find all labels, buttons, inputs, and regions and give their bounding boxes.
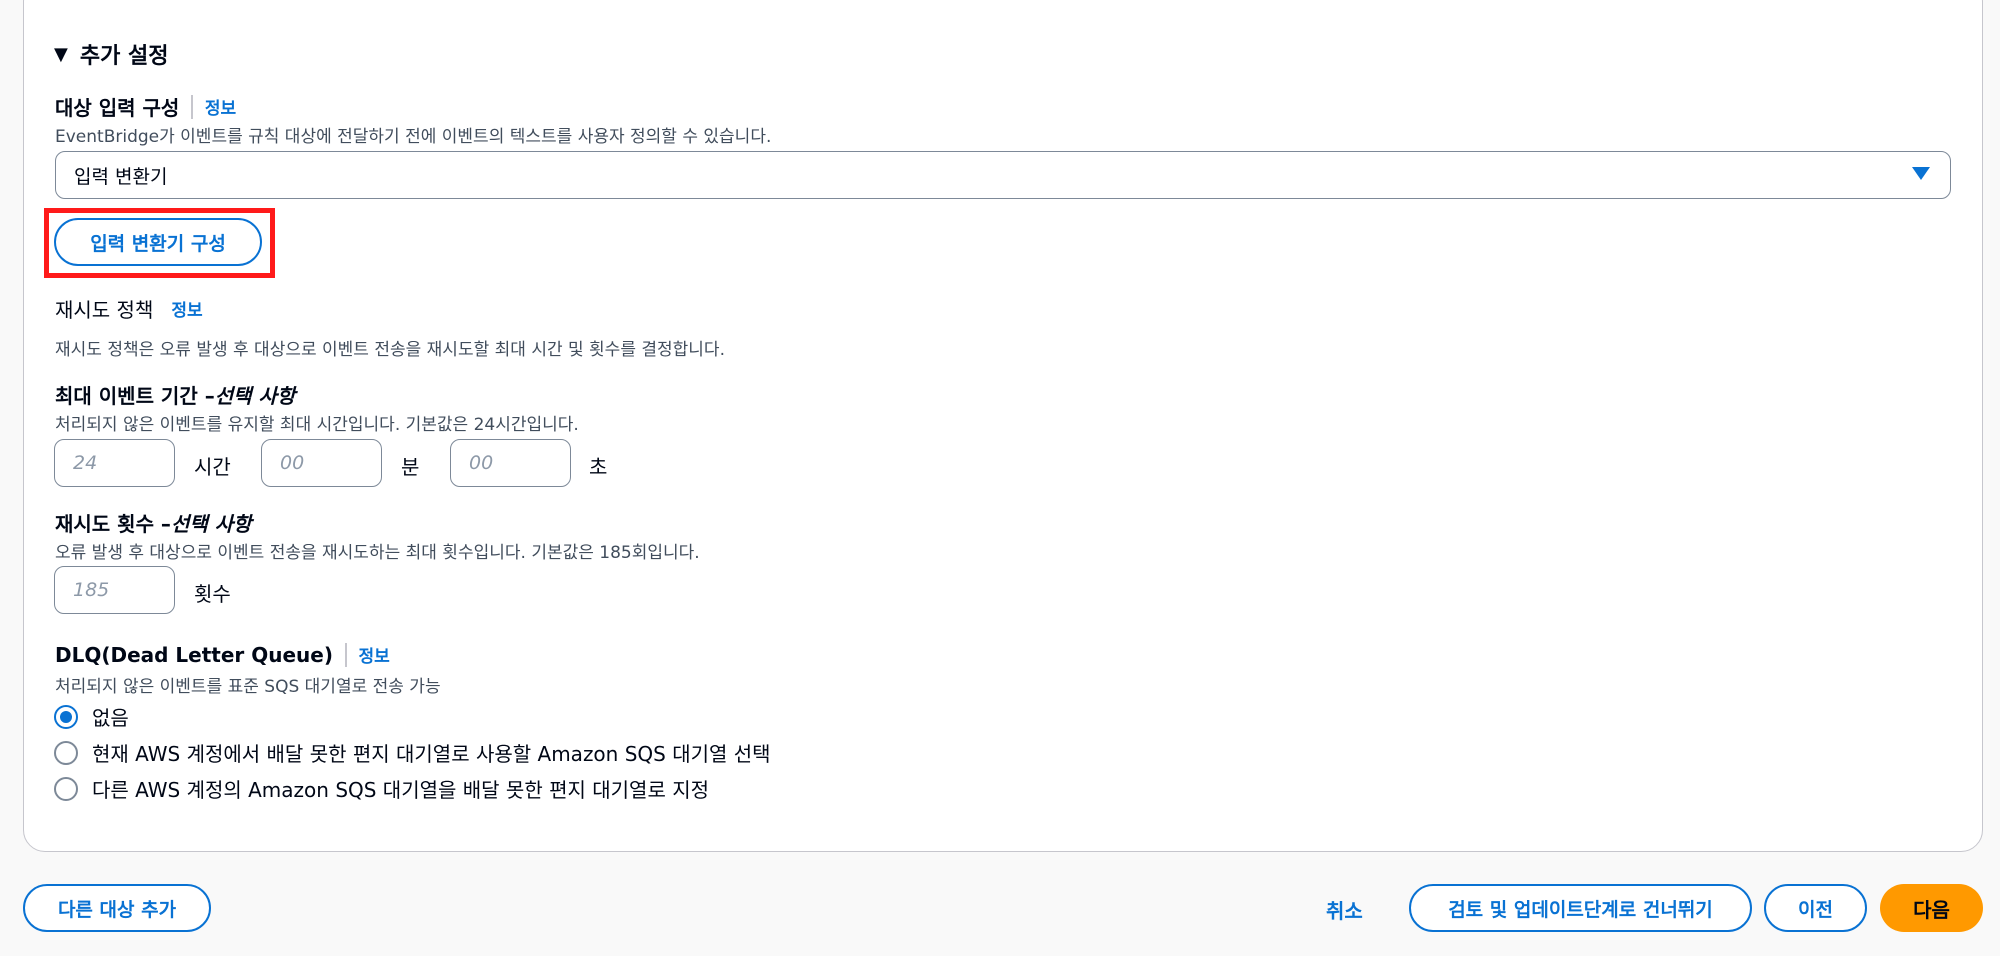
max-event-age-description: 처리되지 않은 이벤트를 유지할 최대 시간입니다. 기본값은 24시간입니다. (55, 415, 579, 435)
retry-attempts-input[interactable]: 185 (54, 566, 175, 614)
dlq-option-label: 현재 AWS 계정에서 배달 못한 편지 대기열로 사용할 Amazon SQS… (92, 742, 771, 766)
minutes-input[interactable]: 00 (261, 439, 382, 487)
optional-tag: 선택 사항 (214, 384, 296, 408)
cancel-button[interactable]: 취소 (1326, 895, 1363, 924)
max-event-age-label-text: 최대 이벤트 기간 – (55, 384, 215, 408)
dlq-option-label: 없음 (92, 706, 129, 730)
retry-policy-info-link[interactable]: 정보 (171, 296, 202, 321)
dlq-option-label: 다른 AWS 계정의 Amazon SQS 대기열을 배달 못한 편지 대기열로… (92, 778, 709, 802)
radio-unchecked-icon[interactable] (54, 776, 78, 801)
dlq-description: 처리되지 않은 이벤트를 표준 SQS 대기열로 전송 가능 (55, 677, 441, 697)
optional-tag: 선택 사항 (170, 512, 252, 536)
hours-placeholder: 24 (73, 452, 98, 474)
additional-settings-toggle[interactable]: ▼ 추가 설정 (54, 38, 168, 70)
seconds-input[interactable]: 00 (450, 439, 571, 487)
label-divider (191, 94, 193, 119)
dlq-option-other-account[interactable]: 다른 AWS 계정의 Amazon SQS 대기열을 배달 못한 편지 대기열로… (54, 774, 709, 803)
target-input-info-link[interactable]: 정보 (205, 94, 236, 119)
radio-checked-icon[interactable] (54, 704, 78, 729)
max-event-age-label: 최대 이벤트 기간 – 선택 사항 (55, 380, 295, 409)
caret-down-icon: ▼ (54, 43, 68, 65)
skip-to-review-button[interactable]: 검토 및 업데이트단계로 건너뛰기 (1409, 884, 1752, 932)
dlq-label-text: DLQ(Dead Letter Queue) (55, 642, 333, 667)
minutes-placeholder: 00 (280, 452, 305, 474)
add-another-target-button[interactable]: 다른 대상 추가 (23, 884, 211, 932)
next-button[interactable]: 다음 (1880, 884, 1983, 932)
retry-attempts-unit: 횟수 (194, 582, 231, 606)
retry-policy-label: 재시도 정책 정보 (55, 294, 203, 323)
retry-attempts-label-text: 재시도 횟수 – (55, 512, 171, 536)
retry-attempts-description: 오류 발생 후 대상으로 이벤트 전송을 재시도하는 최대 횟수입니다. 기본값… (55, 543, 700, 563)
dlq-option-current-account[interactable]: 현재 AWS 계정에서 배달 못한 편지 대기열로 사용할 Amazon SQS… (54, 738, 771, 767)
seconds-unit: 초 (589, 455, 608, 479)
configure-input-transformer-button[interactable]: 입력 변환기 구성 (54, 218, 262, 266)
retry-attempts-placeholder: 185 (73, 579, 110, 601)
target-input-description: EventBridge가 이벤트를 규칙 대상에 전달하기 전에 이벤트의 텍스… (55, 127, 772, 147)
dlq-info-link[interactable]: 정보 (359, 642, 390, 667)
hours-input[interactable]: 24 (54, 439, 175, 487)
retry-policy-label-text: 재시도 정책 (55, 298, 154, 322)
target-input-select[interactable]: 입력 변환기 (55, 151, 1951, 199)
retry-attempts-label: 재시도 횟수 – 선택 사항 (55, 508, 252, 537)
target-input-selected-value: 입력 변환기 (74, 165, 168, 188)
radio-unchecked-icon[interactable] (54, 740, 78, 765)
dlq-option-none[interactable]: 없음 (54, 702, 129, 731)
caret-down-icon (1912, 167, 1930, 180)
section-title: 추가 설정 (79, 44, 169, 69)
seconds-placeholder: 00 (469, 452, 494, 474)
target-input-label: 대상 입력 구성 정보 (55, 92, 236, 121)
label-divider (345, 642, 347, 667)
minutes-unit: 분 (401, 455, 420, 479)
hours-unit: 시간 (194, 455, 231, 479)
target-input-label-text: 대상 입력 구성 (55, 96, 180, 120)
retry-policy-description: 재시도 정책은 오류 발생 후 대상으로 이벤트 전송을 재시도할 최대 시간 … (55, 340, 725, 360)
dlq-label: DLQ(Dead Letter Queue) 정보 (55, 642, 390, 667)
previous-button[interactable]: 이전 (1764, 884, 1867, 932)
